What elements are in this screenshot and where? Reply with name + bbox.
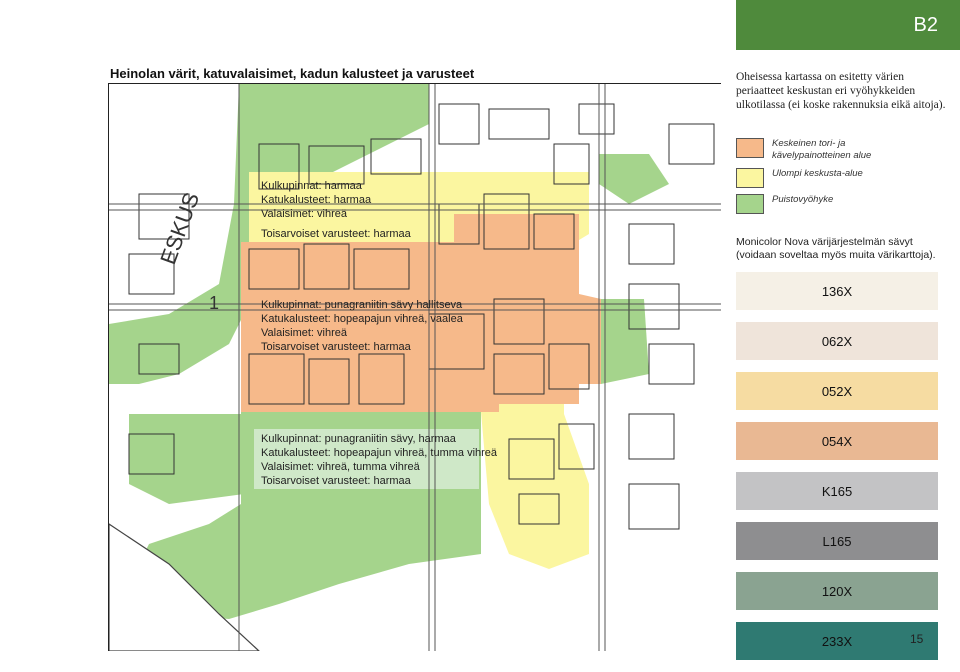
legend-swatch-central	[736, 138, 764, 158]
color-chip: 136X	[736, 272, 938, 310]
park-zone-line4: Toisarvoiset varusteet: harmaa	[261, 475, 411, 487]
park-zone-line1: Kulkupinnat: punagraniitin sävy, harmaa	[261, 433, 456, 445]
legend-label-central: Keskeinen tori- ja kävelypainotteinen al…	[772, 138, 872, 161]
central-zone-line1: Kulkupinnat: punagraniitin sävy hallitse…	[261, 299, 463, 311]
outer-zone-line4: Toisarvoiset varusteet: harmaa	[261, 228, 411, 240]
legend-item-central: Keskeinen tori- ja kävelypainotteinen al…	[736, 138, 912, 162]
color-chip: 233X	[736, 622, 938, 660]
park-zone-text: Kulkupinnat: punagraniitin sävy, harmaa …	[261, 432, 497, 488]
central-zone-line3: Valaisimet: vihreä	[261, 327, 347, 339]
legend-label-park: Puistovyöhyke	[772, 194, 834, 205]
color-chip-list: 136X 062X 052X 054X K165 L165 120X 233X	[736, 272, 938, 672]
legend-swatch-park	[736, 194, 764, 214]
park-zone-west	[129, 414, 244, 504]
section-badge: B2	[736, 0, 960, 50]
map-label-eskus: ESKUS	[155, 189, 204, 268]
legend-item-park: Puistovyöhyke	[736, 194, 912, 214]
central-zone-line2: Katukalusteet: hopeapajun vihreä, vaalea	[261, 313, 463, 325]
outer-zone-text: Kulkupinnat: harmaa Katukalusteet: harma…	[261, 179, 411, 241]
intro-paragraph: Oheisessa kartassa on esitetty värien pe…	[736, 71, 946, 111]
zone-legend: Keskeinen tori- ja kävelypainotteinen al…	[736, 138, 912, 220]
page-number: 15	[910, 632, 924, 646]
central-zone-line4: Toisarvoiset varusteet: harmaa	[261, 341, 411, 353]
monicolor-note: Monicolor Nova värijärjestelmän sävyt (v…	[736, 236, 936, 261]
map-drawing: ESKUS 1	[109, 84, 721, 651]
legend-label-outer: Ulompi keskusta-alue	[772, 168, 863, 179]
color-chip: 054X	[736, 422, 938, 460]
color-chip: 120X	[736, 572, 938, 610]
map-label-one: 1	[209, 293, 219, 313]
outer-zone-line2: Katukalusteet: harmaa	[261, 194, 372, 206]
color-chip: K165	[736, 472, 938, 510]
park-zone-northeast	[599, 154, 669, 204]
park-zone-east	[599, 299, 649, 384]
park-zone-line2: Katukalusteet: hopeapajun vihreä, tumma …	[261, 447, 498, 459]
page-title: Heinolan värit, katuvalaisimet, kadun ka…	[110, 66, 475, 81]
park-zone-line3: Valaisimet: vihreä, tumma vihreä	[261, 461, 420, 473]
color-chip: 052X	[736, 372, 938, 410]
outer-zone-line1: Kulkupinnat: harmaa	[261, 180, 362, 192]
color-chip: 062X	[736, 322, 938, 360]
central-zone-text: Kulkupinnat: punagraniitin sävy hallitse…	[261, 298, 463, 354]
legend-item-outer: Ulompi keskusta-alue	[736, 168, 912, 188]
color-chip: L165	[736, 522, 938, 560]
outer-zone-line3: Valaisimet: vihreä	[261, 208, 347, 220]
legend-swatch-outer	[736, 168, 764, 188]
zone-map: ESKUS 1 Kulkupinnat: harmaa Katukalustee…	[108, 83, 721, 651]
